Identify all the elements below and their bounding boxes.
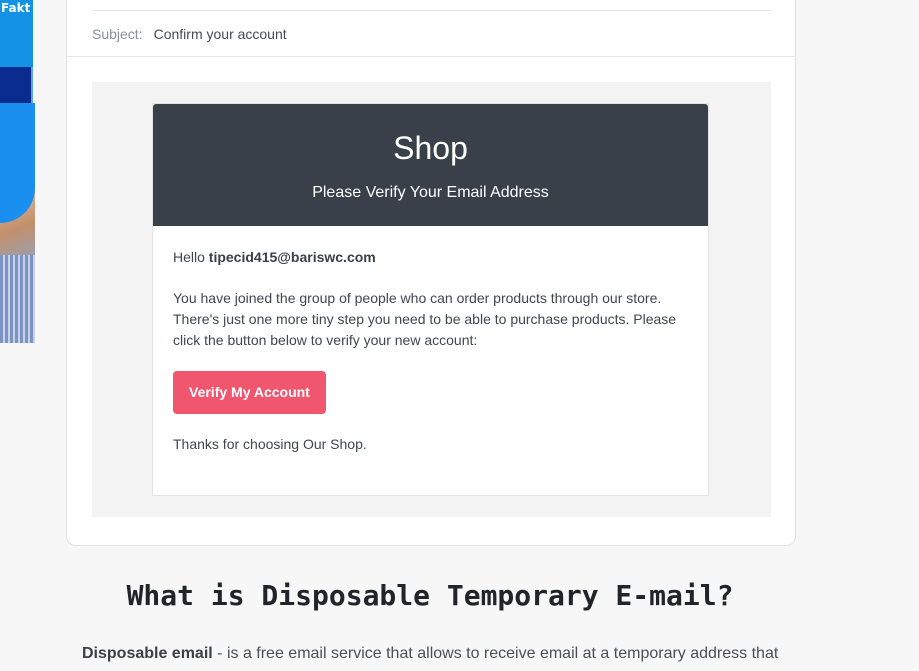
divider [92,10,772,11]
recipient-address: tipecid415@bariswc.com [208,249,376,265]
greeting: Hello tipecid415@bariswc.com [173,247,688,268]
greeting-prefix: Hello [173,249,209,265]
thanks-text: Thanks for choosing Our Shop. [173,436,367,452]
side-ad-banner[interactable]: Fakt [0,0,35,343]
subject-label: Subject: [92,26,143,42]
email-viewer-card: Subject: Confirm your account Shop Please… [66,0,796,546]
info-lead-text: - is a free email service that allows to… [212,645,779,662]
ad-top-panel: Fakt [0,0,33,67]
email-message-container: Shop Please Verify Your Email Address He… [152,103,709,496]
shop-title: Shop [393,130,468,166]
info-lead-bold: Disposable email [82,645,213,662]
ad-text: Fakt [1,1,31,15]
info-heading: What is Disposable Temporary E-mail? [126,579,734,612]
subject-row: Subject: Confirm your account [92,24,287,44]
header-divider [67,56,795,57]
ad-blue-panel [0,103,35,223]
email-content: Hello tipecid415@bariswc.com You have jo… [173,247,688,455]
ad-dark-panel [0,67,33,103]
verify-account-button[interactable]: Verify My Account [173,371,326,414]
banner-subtitle: Please Verify Your Email Address [312,184,549,201]
info-paragraph: Disposable email - is a free email servi… [82,642,802,666]
subject-value: Confirm your account [153,26,287,42]
email-banner: Shop Please Verify Your Email Address [153,104,708,226]
email-body: Shop Please Verify Your Email Address He… [92,82,771,517]
email-message: You have joined the group of people who … [173,290,677,348]
